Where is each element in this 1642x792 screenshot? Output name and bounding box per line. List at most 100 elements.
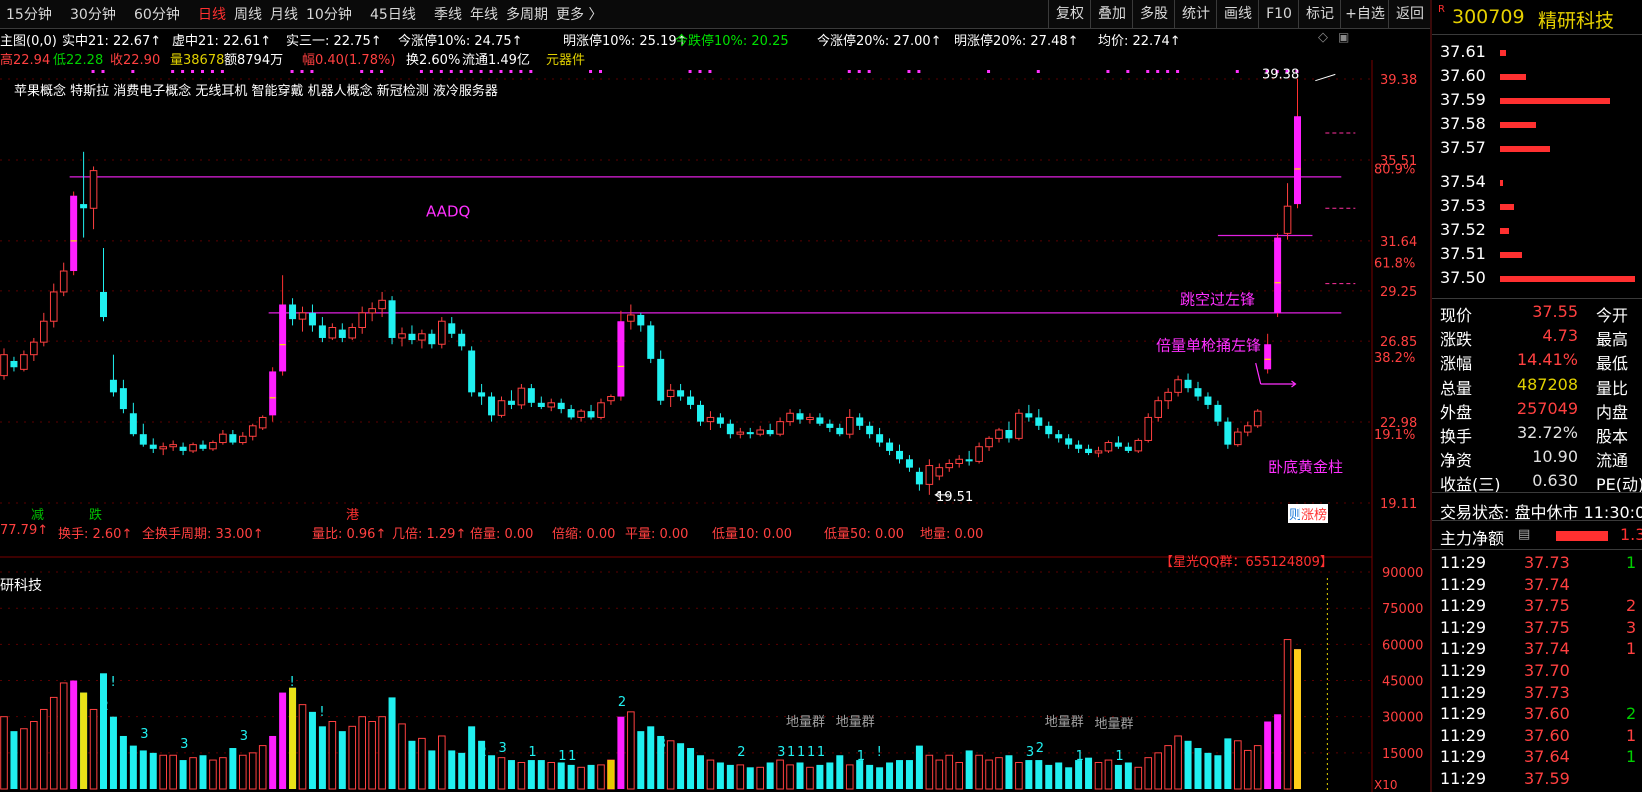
candle — [129, 402, 137, 437]
volume-bar — [965, 750, 973, 789]
candle-body — [617, 321, 625, 397]
period-tab-7[interactable]: 45日线 — [370, 4, 416, 24]
candle — [677, 383, 685, 401]
signal-dot — [698, 70, 702, 73]
period-tab-6[interactable]: 10分钟 — [306, 4, 352, 24]
candle — [279, 275, 287, 376]
quote-label-1: 涨跌 — [1440, 330, 1473, 350]
candle-body — [368, 308, 376, 314]
candle — [10, 356, 18, 372]
toolbar-button-6[interactable]: 标记 — [1298, 0, 1341, 28]
period-tab-1[interactable]: 30分钟 — [70, 4, 116, 24]
candle — [49, 283, 58, 328]
window-icon[interactable]: ▣ — [1338, 30, 1349, 44]
candle-body — [338, 329, 346, 338]
candle — [1243, 421, 1252, 437]
volume-bar — [746, 767, 754, 789]
quote-label2-0: 今开 — [1596, 306, 1629, 325]
candle — [925, 459, 934, 495]
toolbar-button-5[interactable]: F10 — [1258, 0, 1299, 28]
quote-label2-2: 最低 — [1596, 354, 1629, 374]
candle-body — [279, 304, 287, 372]
volume-chart[interactable]: 90000 75000 60000 45000 30000 15000 X10 2! 3 3 3!… — [0, 560, 1432, 792]
period-tab-8[interactable]: 季线 — [434, 4, 462, 24]
period-tab-3[interactable]: 日线 — [198, 4, 226, 24]
toolbar-button-3[interactable]: 统计 — [1174, 0, 1217, 28]
indicator-value-1: 虚中21: 22.61↑ — [172, 34, 272, 49]
volume-bar — [637, 731, 645, 789]
period-tab-5[interactable]: 月线 — [270, 4, 298, 24]
volume-bar — [925, 754, 934, 790]
candle-body — [1094, 450, 1103, 454]
tick-price-10: 37.59 — [1524, 769, 1570, 788]
order-volume-bar — [1500, 276, 1635, 282]
candle-body — [199, 444, 207, 449]
candle — [328, 323, 337, 341]
candle — [915, 467, 923, 491]
volume-bar — [368, 721, 376, 790]
signal-dot — [220, 70, 224, 73]
period-tab-10[interactable]: 多周期 — [506, 4, 548, 24]
candle-body — [1114, 442, 1122, 447]
candle-body — [557, 402, 565, 410]
candle-body — [876, 434, 884, 443]
kline-chart[interactable]: 39.3835.5131.6429.2526.8522.9819.1180.9%… — [0, 60, 1432, 560]
main-chart-label[interactable]: 主图(0,0) — [0, 30, 57, 49]
period-toolbar: 15分钟 30分钟 60分钟 日线 周线 月线 10分钟 45日线 季线 年线 多周期 更多 〉 复权… — [0, 0, 1430, 29]
quote-value-4: 257049 — [1516, 398, 1578, 418]
period-tab-4[interactable]: 周线 — [234, 4, 262, 24]
candle — [587, 404, 595, 420]
volume-unit-label: X10 — [1374, 778, 1398, 792]
indicator-value-0: 实中21: 22.67↑ — [62, 34, 162, 49]
volume-bar — [1253, 745, 1262, 790]
volume-bar — [109, 716, 117, 789]
candle-body — [428, 333, 436, 345]
candle — [527, 383, 535, 407]
toolbar-button-2[interactable]: 多股 — [1132, 0, 1175, 28]
candle-body — [1283, 205, 1292, 234]
candle-body — [607, 396, 615, 402]
candle — [746, 427, 754, 439]
candle — [219, 429, 227, 445]
period-tab-0[interactable]: 15分钟 — [6, 4, 52, 24]
volume-bar — [1264, 721, 1272, 789]
volume-count-label: ! — [290, 675, 295, 690]
toolbar-button-4[interactable]: 画线 — [1216, 0, 1259, 28]
volume-bar — [716, 762, 724, 789]
period-tab-9[interactable]: 年线 — [470, 4, 498, 24]
volume-count-label: 2 — [1036, 741, 1044, 756]
order-price-4: 37.57 — [1440, 138, 1486, 157]
candle — [537, 396, 545, 410]
calendar-icon[interactable]: ▤ — [1518, 527, 1530, 542]
toolbar-button-8[interactable]: 返回 — [1388, 0, 1431, 28]
price-tick-label: 26.85 — [1380, 335, 1417, 350]
candle — [905, 455, 913, 472]
candle — [368, 302, 376, 322]
candle-body — [816, 417, 824, 424]
candle — [577, 409, 585, 422]
volume-bar — [1075, 760, 1083, 789]
period-tab-2[interactable]: 60分钟 — [134, 4, 180, 24]
tick-price-2: 37.75 — [1524, 596, 1570, 616]
candle-body — [975, 446, 983, 462]
volume-tick-label: 60000 — [1382, 638, 1423, 653]
candle-body — [248, 425, 257, 437]
toolbar-button-0[interactable]: 复权 — [1048, 0, 1091, 28]
tick-time-10: 11:29 — [1440, 769, 1487, 788]
period-tab-11[interactable]: 更多 〉 — [556, 4, 602, 24]
candle — [89, 166, 98, 230]
volume-bar — [1224, 738, 1232, 789]
candle-body — [796, 413, 804, 420]
volume-count-label: 1 — [1076, 749, 1084, 764]
toolbar-button-1[interactable]: 叠加 — [1090, 0, 1133, 28]
diamond-icon[interactable]: ◇ — [1318, 30, 1328, 45]
candle-body — [826, 423, 834, 428]
toolbar-button-7[interactable]: +自选 — [1340, 0, 1389, 28]
quote-label2-1: 最高 — [1596, 330, 1629, 350]
quote-label-2: 涨幅 — [1440, 354, 1473, 374]
candle — [258, 415, 267, 430]
candle-body — [527, 388, 535, 403]
volume-bar — [49, 696, 58, 790]
volume-bar — [1124, 762, 1132, 789]
candle-body — [1065, 438, 1073, 445]
